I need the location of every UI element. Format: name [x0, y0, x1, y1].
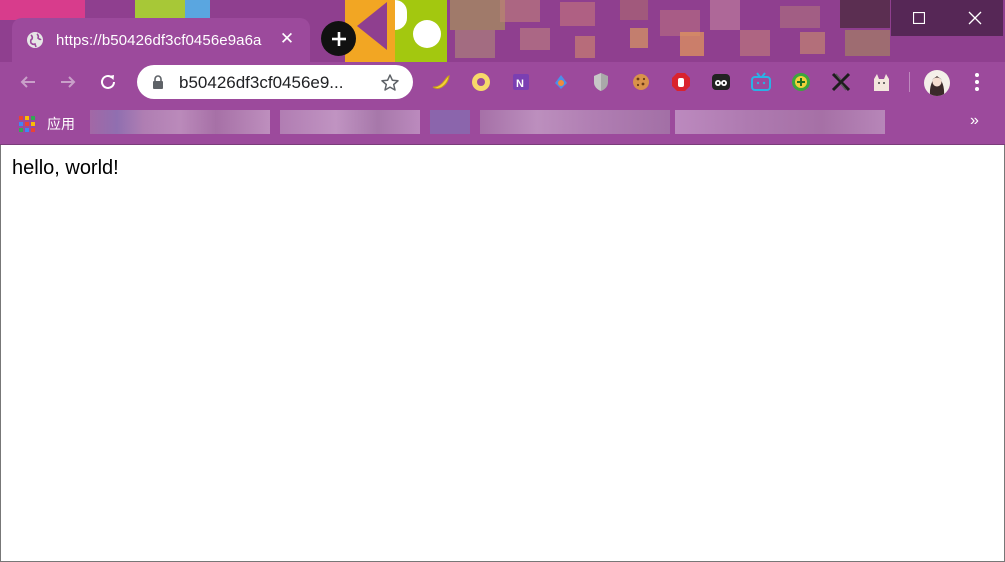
reload-button[interactable] — [92, 66, 124, 98]
apps-grid-icon — [19, 116, 35, 132]
active-tab[interactable]: https://b50426df3cf0456e9a6a ✕ — [12, 18, 310, 62]
body-text: hello, world! — [12, 157, 119, 179]
window-close-button[interactable] — [947, 0, 1003, 36]
menu-dot — [975, 80, 979, 84]
bilibili-tv-icon[interactable] — [750, 71, 772, 93]
page-content: hello, world! — [0, 145, 1005, 562]
banana-icon[interactable] — [430, 71, 452, 93]
arrow-left-icon — [20, 76, 35, 88]
adblock-hand-icon[interactable] — [670, 71, 692, 93]
fox-icon[interactable] — [550, 71, 572, 93]
menu-dot — [975, 87, 979, 91]
x-logo-icon[interactable] — [830, 71, 852, 93]
more-options-button[interactable] — [966, 69, 988, 95]
bookmark-item[interactable] — [675, 110, 885, 134]
maximize-icon — [913, 12, 925, 24]
toolbar-separator — [909, 72, 910, 92]
title-bar[interactable]: https://b50426df3cf0456e9a6a ✕ — [0, 0, 1005, 62]
lock-icon[interactable] — [152, 75, 164, 89]
bookmarks-bar: 应用 » — [0, 102, 1005, 145]
cookie-icon[interactable] — [630, 71, 652, 93]
svg-text:N: N — [516, 78, 524, 90]
maximize-button[interactable] — [891, 0, 947, 36]
arrow-right-icon — [61, 76, 76, 88]
bookmarks-overflow-button[interactable]: » — [970, 112, 979, 130]
globe-icon — [26, 31, 44, 49]
plus-circle-icon[interactable] — [790, 71, 812, 93]
tab-title: https://b50426df3cf0456e9a6a — [56, 31, 262, 49]
url-text[interactable]: b50426df3cf0456e9... — [179, 73, 343, 93]
bookmark-item[interactable] — [480, 110, 670, 134]
bookmark-star-icon[interactable] — [380, 73, 400, 93]
donut-icon[interactable] — [470, 71, 492, 93]
menu-dot — [975, 73, 979, 77]
cat-icon[interactable] — [870, 71, 892, 93]
profile-avatar[interactable] — [924, 70, 950, 96]
apps-shortcut[interactable]: 应用 — [18, 114, 75, 134]
onenote-icon[interactable]: N — [510, 71, 532, 93]
apps-label: 应用 — [47, 116, 75, 132]
close-icon — [968, 11, 982, 25]
new-tab-button[interactable] — [321, 21, 356, 56]
bookmark-item[interactable] — [430, 110, 470, 134]
tab-close-button[interactable]: ✕ — [278, 30, 296, 48]
bookmark-item[interactable] — [90, 110, 270, 134]
bookmark-item[interactable] — [280, 110, 420, 134]
browser-toolbar: b50426df3cf0456e9... N — [0, 62, 1005, 102]
plus-icon — [331, 31, 346, 46]
reload-icon — [101, 74, 115, 89]
address-bar[interactable]: b50426df3cf0456e9... — [137, 65, 413, 99]
shield-icon[interactable] — [590, 71, 612, 93]
eyes-icon[interactable] — [710, 71, 732, 93]
forward-button[interactable] — [52, 66, 84, 98]
back-button[interactable] — [12, 66, 44, 98]
